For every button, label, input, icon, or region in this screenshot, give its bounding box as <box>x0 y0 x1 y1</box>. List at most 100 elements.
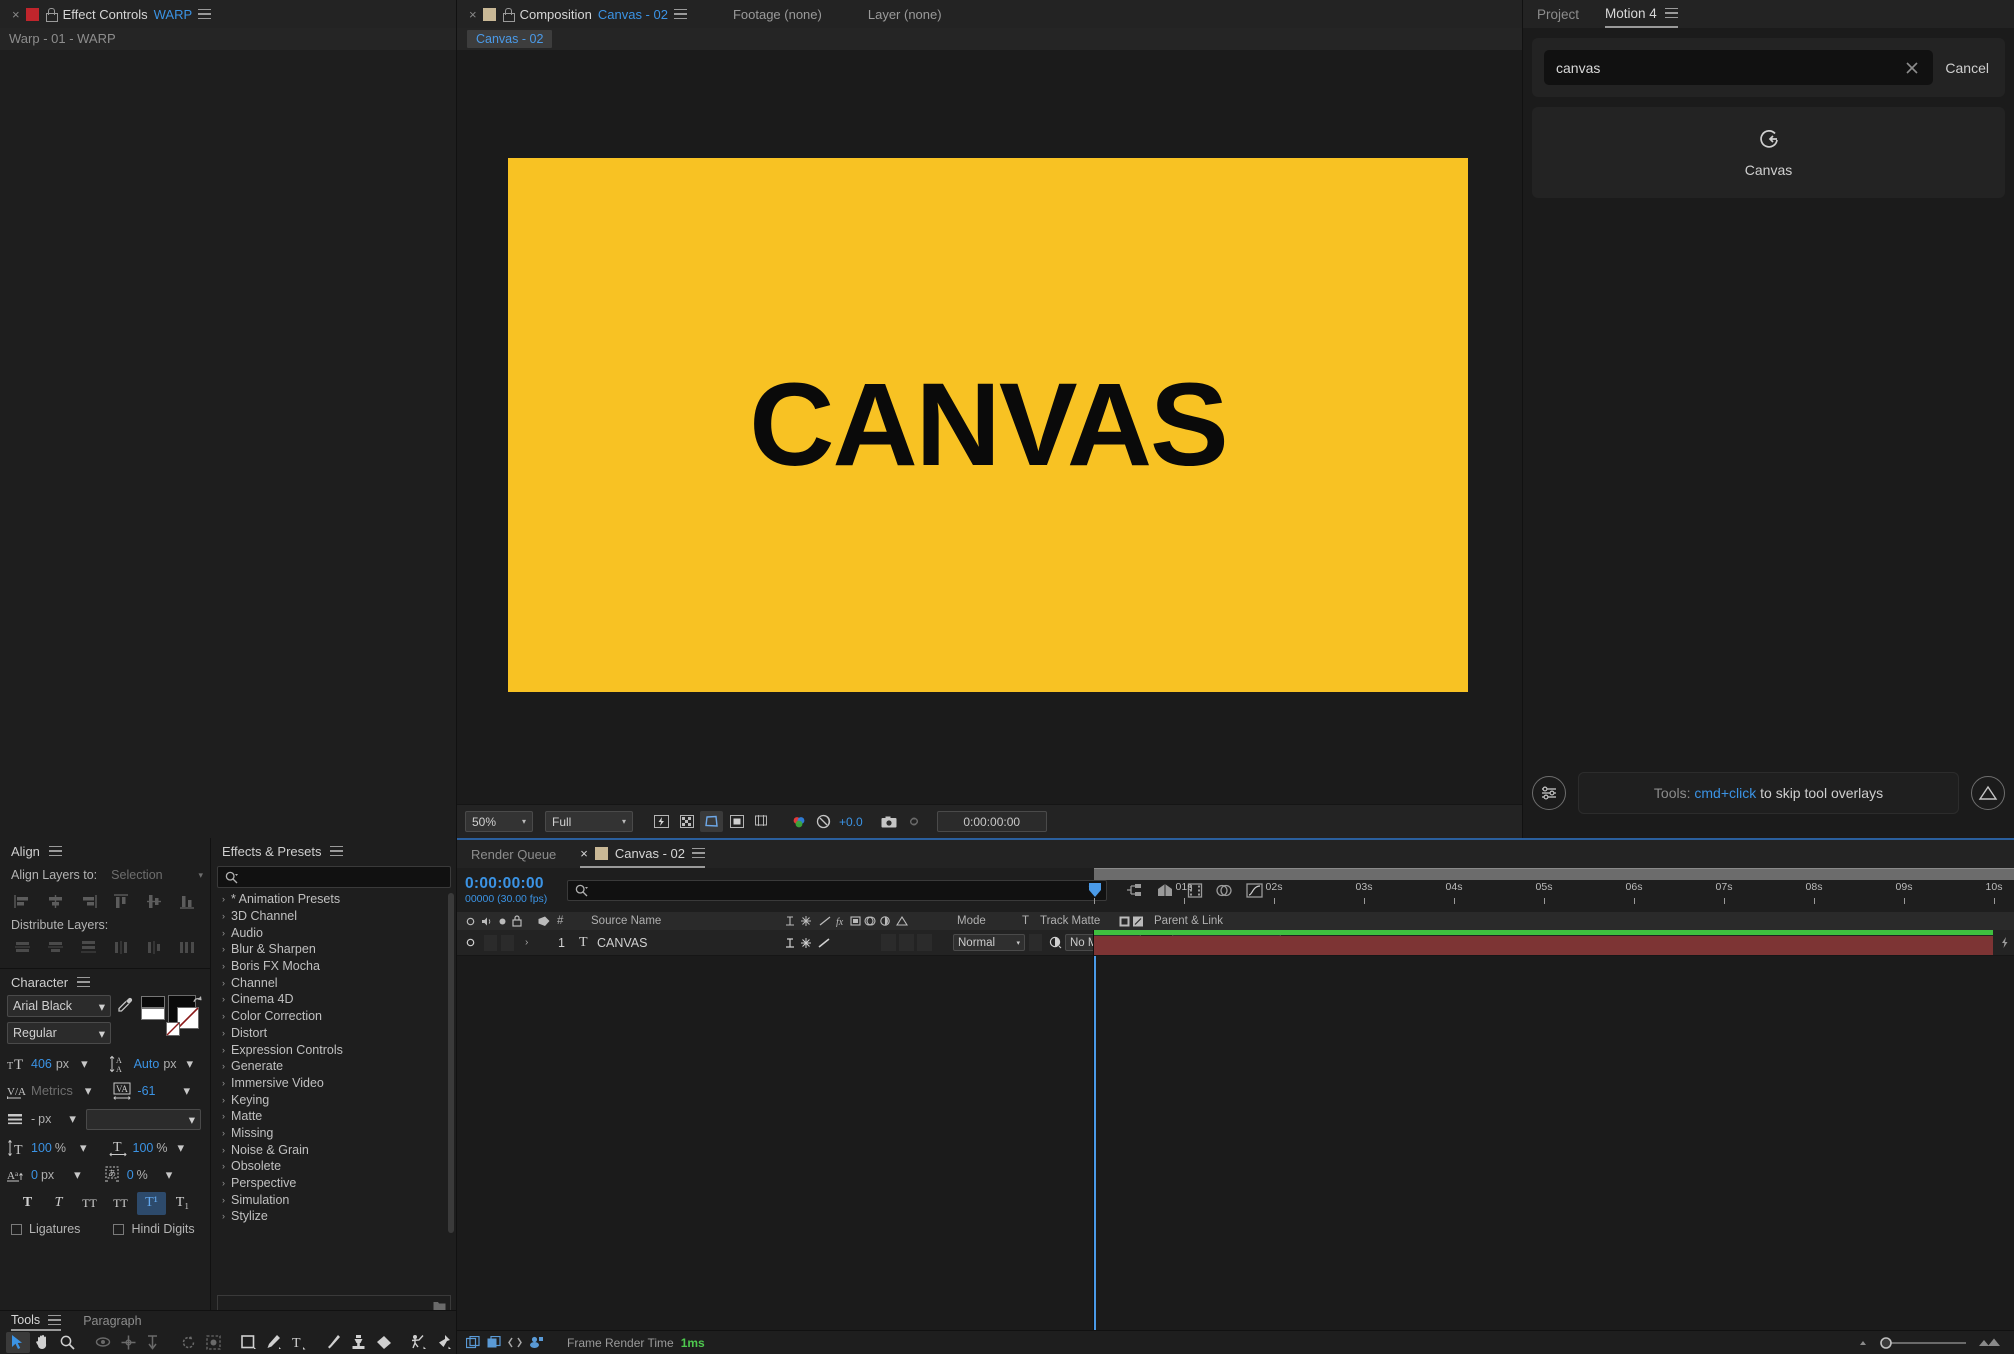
canvas-tool-icon[interactable] <box>1544 125 1993 153</box>
effects-category-item[interactable]: › Obsolete <box>211 1158 457 1175</box>
layer-video-toggle[interactable] <box>465 937 476 948</box>
effects-category-item[interactable]: › Perspective <box>211 1175 457 1192</box>
effects-category-item[interactable]: › Stylize <box>211 1208 457 1225</box>
exposure-icon[interactable] <box>812 811 835 832</box>
timeline-splitter[interactable] <box>1093 930 1094 1330</box>
layer-switch-icons[interactable] <box>784 936 874 950</box>
fast-preview-icon[interactable] <box>650 811 673 832</box>
panel-menu-icon[interactable] <box>1664 7 1678 19</box>
timeline-ruler[interactable]: 0s01s02s03s04s05s06s07s08s09s10s <box>1088 868 2014 912</box>
ligatures-checkbox[interactable] <box>11 1223 22 1235</box>
zoom-out-timeline-icon[interactable] <box>1856 1338 1870 1347</box>
panel-menu-icon[interactable] <box>48 845 62 857</box>
align-top-button[interactable] <box>105 889 138 913</box>
text-tool-icon[interactable]: T <box>287 1332 311 1353</box>
magnification-select[interactable]: 50% ▾ <box>465 811 533 832</box>
tab-motion4[interactable]: Motion 4 <box>1605 0 1678 28</box>
panel-menu-icon[interactable] <box>691 847 705 859</box>
effects-search-field[interactable] <box>217 866 451 888</box>
tab-paragraph[interactable]: Paragraph <box>83 1311 141 1331</box>
font-style-select[interactable]: Regular ▾ <box>7 1022 111 1044</box>
chevron-right-icon[interactable]: › <box>222 1095 225 1105</box>
stroke-color-swatch[interactable] <box>141 1008 165 1020</box>
tab-effect-controls[interactable]: × Effect Controls WARP <box>0 0 223 28</box>
current-time-indicator[interactable] <box>1088 882 1102 898</box>
tab-render-queue[interactable]: Render Queue <box>471 840 556 868</box>
grid-guides-icon[interactable] <box>750 811 773 832</box>
vertical-scale-value[interactable]: 100 <box>31 1141 52 1155</box>
align-center-horizontal-button[interactable] <box>39 889 72 913</box>
rotation-tool-icon[interactable] <box>176 1332 200 1353</box>
effects-category-item[interactable]: › Color Correction <box>211 1008 457 1025</box>
chevron-right-icon[interactable]: › <box>222 994 225 1004</box>
brush-tool-icon[interactable] <box>322 1332 346 1353</box>
distribute-right-button[interactable] <box>171 935 204 959</box>
clone-stamp-tool-icon[interactable] <box>347 1332 371 1353</box>
zoom-in-timeline-icon[interactable] <box>1978 1338 2000 1348</box>
playhead-line[interactable] <box>1094 956 1096 1330</box>
close-icon[interactable]: × <box>12 7 20 22</box>
eyedropper-icon[interactable] <box>117 995 135 1013</box>
switch-cell-3[interactable] <box>917 934 932 951</box>
align-layers-to-value[interactable]: Selection <box>111 868 162 882</box>
effects-category-item[interactable]: › Simulation <box>211 1191 457 1208</box>
close-icon[interactable]: × <box>580 846 588 861</box>
exposure-value[interactable]: +0.0 <box>839 815 863 829</box>
align-left-button[interactable] <box>6 889 39 913</box>
close-icon[interactable]: × <box>469 7 477 22</box>
effects-category-item[interactable]: › Immersive Video <box>211 1075 457 1092</box>
leading-value[interactable]: Auto <box>134 1057 160 1071</box>
kerning-value[interactable]: Metrics <box>31 1083 73 1098</box>
table-row[interactable]: › 1 T CANVAS Normal ▾ No <box>457 930 2014 956</box>
effects-category-item[interactable]: › Expression Controls <box>211 1041 457 1058</box>
chevron-right-icon[interactable]: › <box>222 978 225 988</box>
chevron-right-icon[interactable]: › <box>222 928 225 938</box>
distribute-top-button[interactable] <box>6 935 39 959</box>
source-name-header[interactable]: Source Name <box>591 915 661 927</box>
eraser-tool-icon[interactable] <box>372 1332 396 1353</box>
layer-expand-twirl[interactable]: › <box>525 937 528 948</box>
chevron-right-icon[interactable]: › <box>222 1111 225 1121</box>
horizontal-scale-value[interactable]: 100 <box>133 1141 154 1155</box>
layer-source-name[interactable]: CANVAS <box>597 936 647 950</box>
mode-header[interactable]: Mode <box>957 915 986 927</box>
panel-menu-icon[interactable] <box>77 976 91 988</box>
panel-menu-icon[interactable] <box>48 1314 62 1326</box>
effects-category-item[interactable]: › Noise & Grain <box>211 1141 457 1158</box>
parent-link-header[interactable]: Parent & Link <box>1154 915 1223 927</box>
effects-category-item[interactable]: › Blur & Sharpen <box>211 941 457 958</box>
zoom-tool-icon[interactable] <box>56 1332 80 1353</box>
baseline-shift-value[interactable]: 0 <box>31 1168 38 1182</box>
effects-list-scrollbar[interactable] <box>448 893 454 1233</box>
chevron-right-icon[interactable]: › <box>222 1145 225 1155</box>
pen-tool-icon[interactable] <box>262 1332 286 1353</box>
chevron-right-icon[interactable]: › <box>222 1161 225 1171</box>
tab-timeline-canvas-02[interactable]: × Canvas - 02 <box>580 840 705 868</box>
orbit-tool-icon[interactable] <box>91 1332 115 1353</box>
chevron-right-icon[interactable]: › <box>222 944 225 954</box>
subtab-canvas-02[interactable]: Canvas - 02 <box>467 30 553 48</box>
tab-tools[interactable]: Tools <box>11 1311 62 1331</box>
roto-brush-tool-icon[interactable] <box>201 1332 225 1353</box>
distribute-vertical-center-button[interactable] <box>39 935 72 959</box>
timeline-body[interactable] <box>457 956 2014 1330</box>
switch-cell-1[interactable] <box>881 934 896 951</box>
effects-category-item[interactable]: › Audio <box>211 924 457 941</box>
timeline-search-field[interactable] <box>567 879 1107 901</box>
style-all-caps-button[interactable]: TT <box>75 1192 104 1215</box>
preserve-transparency-toggle[interactable] <box>1029 934 1042 951</box>
work-area-bar[interactable] <box>1094 868 2014 880</box>
hindi-digits-checkbox[interactable] <box>113 1223 125 1235</box>
triangle-logo-icon[interactable] <box>1971 776 2005 810</box>
layer-solo-toggle[interactable] <box>501 934 514 951</box>
effects-category-item[interactable]: › 3D Channel <box>211 908 457 925</box>
style-faux-italic-button[interactable]: T <box>44 1192 73 1215</box>
chevron-right-icon[interactable]: › <box>222 894 225 904</box>
search-field-wrapper[interactable] <box>1544 50 1934 85</box>
snapshot-icon[interactable] <box>878 811 901 832</box>
result-canvas-label[interactable]: Canvas <box>1544 162 1993 178</box>
region-of-interest-icon[interactable] <box>725 811 748 832</box>
align-right-button[interactable] <box>72 889 105 913</box>
tab-project[interactable]: Project <box>1537 0 1579 28</box>
style-subscript-button[interactable]: T₁ <box>168 1192 197 1215</box>
